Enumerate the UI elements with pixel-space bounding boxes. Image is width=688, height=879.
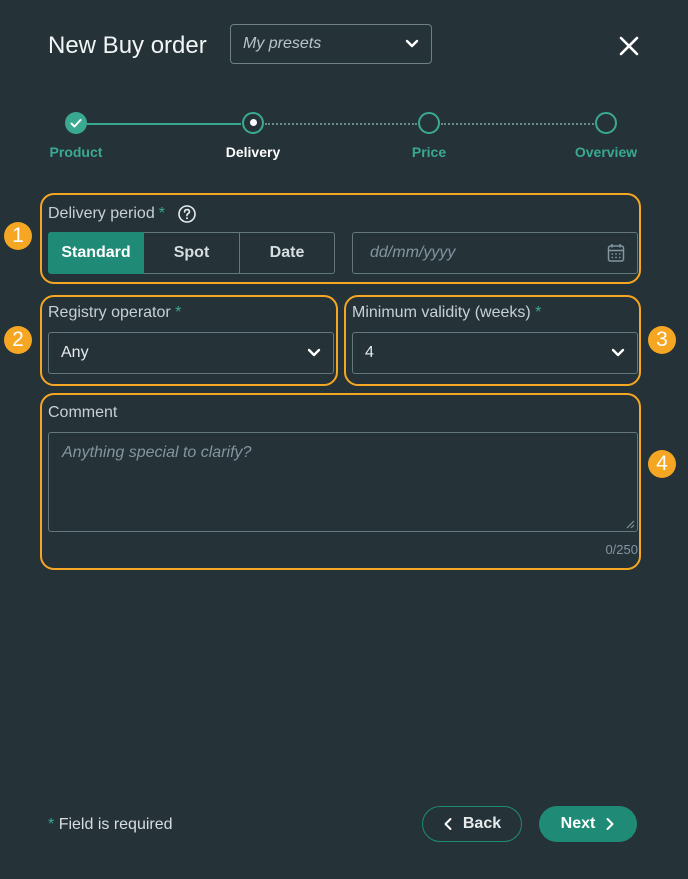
delivery-option-spot[interactable]: Spot — [144, 232, 240, 274]
next-button[interactable]: Next — [539, 806, 637, 842]
delivery-period-segmented-control: Standard Spot Date — [48, 232, 335, 274]
annotation-badge-1: 1 — [4, 222, 32, 250]
date-placeholder: dd/mm/yyyy — [370, 244, 456, 261]
page-title: New Buy order — [48, 32, 207, 59]
minimum-validity-select[interactable]: 4 — [352, 332, 638, 374]
stepper-line-pending — [265, 123, 417, 125]
delivery-period-label: Delivery period * — [48, 204, 197, 224]
required-asterisk: * — [535, 304, 542, 321]
help-icon[interactable] — [177, 204, 197, 224]
back-button[interactable]: Back — [422, 806, 522, 842]
step-price-circle[interactable] — [418, 112, 440, 134]
chevron-left-icon — [444, 818, 452, 830]
required-field-note-text: Field is required — [58, 816, 173, 833]
step-label-overview: Overview — [574, 144, 638, 160]
check-icon — [70, 119, 82, 128]
minimum-validity-value: 4 — [365, 344, 374, 361]
step-delivery-circle[interactable] — [242, 112, 264, 134]
annotation-badge-2: 2 — [4, 326, 32, 354]
registry-operator-label: Registry operator * — [48, 304, 181, 322]
presets-dropdown[interactable]: My presets — [230, 24, 432, 64]
presets-placeholder: My presets — [243, 35, 322, 52]
annotation-badge-4: 4 — [648, 450, 676, 478]
required-asterisk: * — [158, 205, 165, 222]
chevron-right-icon — [606, 818, 614, 830]
registry-operator-select[interactable]: Any — [48, 332, 334, 374]
required-asterisk: * — [48, 816, 55, 833]
stepper-line-done — [87, 123, 241, 125]
required-asterisk: * — [175, 304, 182, 321]
chevron-down-icon — [307, 348, 321, 357]
resize-handle-icon[interactable] — [625, 519, 635, 529]
delivery-option-standard[interactable]: Standard — [48, 232, 144, 274]
registry-operator-label-text: Registry operator — [48, 304, 171, 321]
minimum-validity-label-text: Minimum validity (weeks) — [352, 304, 531, 321]
comment-label: Comment — [48, 404, 118, 421]
delivery-option-date[interactable]: Date — [240, 232, 335, 274]
comment-textarea[interactable]: Anything special to clarify? — [48, 432, 638, 532]
minimum-validity-label: Minimum validity (weeks) * — [352, 304, 541, 322]
comment-character-counter: 0/250 — [605, 542, 638, 557]
calendar-icon[interactable] — [607, 243, 625, 263]
required-field-note: * Field is required — [48, 816, 173, 834]
step-product-circle[interactable] — [65, 112, 87, 134]
back-button-label: Back — [462, 815, 502, 832]
step-label-price: Price — [411, 144, 447, 160]
annotation-badge-3: 3 — [648, 326, 676, 354]
close-icon[interactable] — [616, 33, 642, 59]
step-label-delivery: Delivery — [225, 144, 281, 160]
registry-operator-value: Any — [61, 344, 89, 361]
stepper-line-pending — [441, 123, 594, 125]
chevron-down-icon — [611, 348, 625, 357]
delivery-period-label-text: Delivery period — [48, 205, 155, 222]
chevron-down-icon — [405, 39, 419, 48]
next-button-label: Next — [560, 815, 596, 832]
delivery-date-input[interactable]: dd/mm/yyyy — [352, 232, 638, 274]
current-step-dot — [249, 119, 257, 126]
comment-placeholder: Anything special to clarify? — [62, 444, 252, 461]
step-overview-circle[interactable] — [595, 112, 617, 134]
step-label-product: Product — [49, 144, 103, 160]
